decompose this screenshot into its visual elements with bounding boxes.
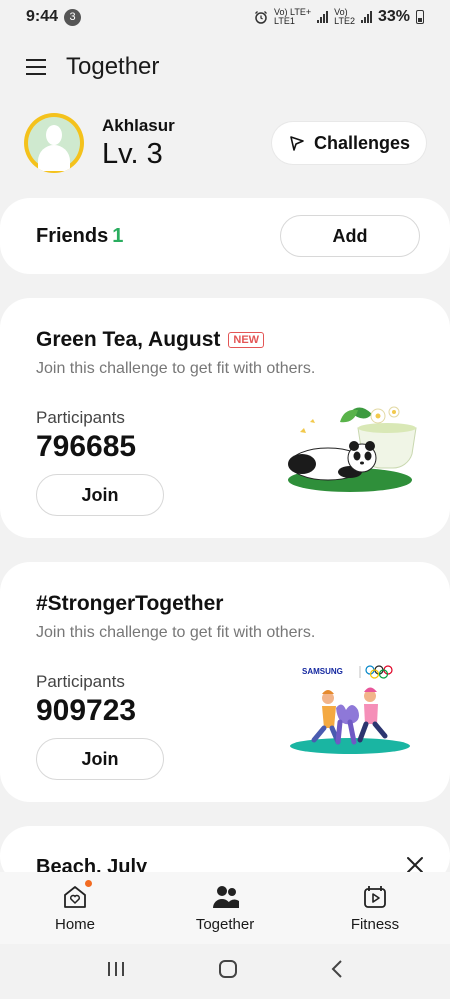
user-level: Lv. 3 (102, 137, 163, 170)
system-navigation-bar (0, 944, 450, 999)
signal-icon (317, 11, 329, 23)
username: Akhlasur (102, 115, 175, 135)
new-badge: NEW (228, 332, 265, 348)
back-icon[interactable] (330, 959, 344, 984)
alarm-icon (255, 11, 267, 24)
nav-fitness[interactable]: Fitness (300, 872, 450, 944)
add-friend-button[interactable]: Add (280, 215, 420, 257)
people-icon (212, 884, 239, 910)
recent-apps-icon[interactable] (106, 960, 126, 983)
challenge-title: Green Tea, August (36, 328, 221, 351)
challenge-title: #StrongerTogether (36, 592, 224, 615)
nav-together[interactable]: Together (150, 872, 300, 944)
challenges-button[interactable]: Challenges (271, 122, 426, 164)
menu-icon[interactable] (26, 59, 46, 75)
top-app-bar: Together (0, 44, 450, 90)
panda-tea-illustration (288, 406, 417, 492)
bottom-navigation: Home Together Fitness (0, 872, 450, 944)
olympic-runners-illustration: SAMSUNG (290, 665, 410, 754)
nav-together-label: Together (195, 915, 255, 933)
home-heart-icon (62, 879, 92, 910)
signal-icon (360, 11, 372, 23)
avatar[interactable] (24, 113, 84, 173)
fitness-play-icon (362, 884, 388, 910)
battery-percent: 33% (377, 8, 410, 25)
page-title: Together (66, 53, 160, 80)
sim1-label: Vo) LTE+ LTE1 (274, 7, 312, 26)
friends-count: 1 (112, 224, 124, 247)
nav-home[interactable]: Home (0, 872, 150, 944)
challenges-label: Challenges (313, 132, 410, 153)
samsung-logo: SAMSUNG (302, 667, 343, 676)
notification-dot (85, 879, 92, 887)
notification-count-badge: 3 (64, 8, 82, 26)
challenge-subtitle: Join this challenge to get fit with othe… (36, 360, 316, 377)
sim2-label: Vo) LTE2 (334, 7, 355, 26)
friends-label: Friends (36, 224, 109, 247)
clock: 9:44 (26, 8, 59, 25)
friends-card: Friends 1 Add (0, 198, 450, 274)
home-button-icon[interactable] (218, 959, 238, 984)
nav-home-label: Home (54, 915, 95, 933)
challenge-card[interactable]: Green Tea, August NEW Join this challeng… (0, 298, 450, 538)
challenge-card[interactable]: #StrongerTogether Join this challenge to… (0, 562, 450, 802)
battery-icon (416, 10, 424, 24)
flag-icon (290, 136, 304, 151)
join-button[interactable]: Join (36, 474, 164, 516)
status-bar: 9:44 3 Vo) LTE+ LTE1 Vo) LTE2 33% (0, 0, 450, 34)
profile-section: Akhlasur Lv. 3 Challenges (24, 108, 426, 178)
challenge-subtitle: Join this challenge to get fit with othe… (36, 624, 316, 641)
status-icons: Vo) LTE+ LTE1 Vo) LTE2 33% (254, 8, 424, 26)
join-button[interactable]: Join (36, 738, 164, 780)
nav-fitness-label: Fitness (350, 915, 400, 933)
